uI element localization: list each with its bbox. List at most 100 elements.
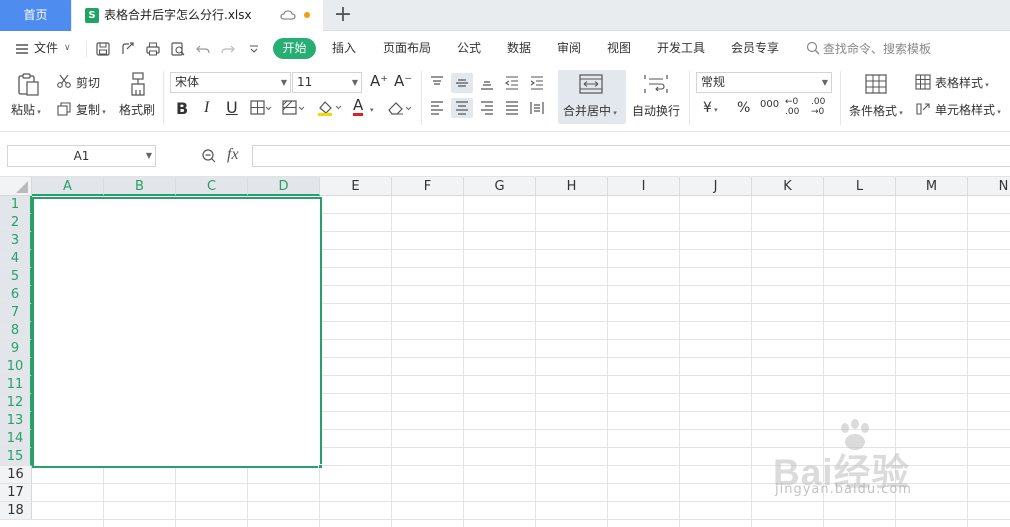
row-header-18[interactable]: 18	[0, 502, 32, 520]
conditional-format-icon[interactable]	[865, 74, 887, 97]
row-header-17[interactable]: 17	[0, 484, 32, 502]
column-header-g[interactable]: G	[464, 177, 536, 196]
row-header-7[interactable]: 7	[0, 304, 32, 322]
align-left-icon[interactable]	[429, 100, 445, 119]
borders-icon[interactable]	[250, 100, 272, 119]
row-header-13[interactable]: 13	[0, 412, 32, 430]
fill-handle[interactable]	[318, 464, 323, 469]
menu-tab-member[interactable]: 会员专享	[731, 31, 779, 66]
quick-access-dropdown-icon[interactable]	[246, 41, 262, 57]
select-all-corner[interactable]	[0, 177, 32, 196]
cut-button[interactable]: 剪切	[76, 74, 100, 91]
table-style-button[interactable]: 表格样式 ▾	[935, 74, 989, 91]
menu-tab-developer[interactable]: 开发工具	[657, 31, 705, 66]
distribute-icon[interactable]	[529, 100, 545, 119]
cloud-icon[interactable]	[280, 9, 296, 24]
cut-icon[interactable]	[56, 73, 72, 92]
row-header-10[interactable]: 10	[0, 358, 32, 376]
underline-button[interactable]: U	[226, 98, 238, 117]
merged-cell-a1-d15[interactable]	[32, 197, 322, 468]
font-size-select[interactable]: 11 ▼	[292, 72, 362, 93]
percent-button[interactable]: %	[737, 100, 750, 116]
menu-tab-insert[interactable]: 插入	[332, 31, 356, 66]
row-header-9[interactable]: 9	[0, 340, 32, 358]
column-header-f[interactable]: F	[392, 177, 464, 196]
chevron-down-icon[interactable]: ▾	[370, 101, 374, 115]
export-icon[interactable]	[120, 41, 136, 57]
align-middle-icon[interactable]	[454, 75, 470, 94]
align-bottom-icon[interactable]	[479, 75, 495, 94]
decrease-decimal-button[interactable]: .00 →0	[811, 97, 829, 117]
tab-file-current[interactable]: S 表格合并后字怎么分行.xlsx	[72, 0, 323, 31]
decrease-font-icon[interactable]: A⁻	[394, 72, 412, 90]
column-header-k[interactable]: K	[752, 177, 824, 196]
menu-tab-view[interactable]: 视图	[607, 31, 631, 66]
format-painter-button[interactable]: 格式刷	[119, 101, 155, 118]
menu-tab-data[interactable]: 数据	[507, 31, 531, 66]
zoom-icon[interactable]	[201, 148, 217, 167]
cell-style-pattern-icon[interactable]	[282, 100, 306, 119]
hamburger-icon[interactable]	[14, 41, 30, 57]
decrease-indent-icon[interactable]	[504, 75, 520, 94]
wrap-text-icon[interactable]	[644, 74, 668, 97]
row-header-3[interactable]: 3	[0, 232, 32, 250]
number-format-select[interactable]: 常规 ▼	[696, 72, 832, 93]
row-header-16[interactable]: 16	[0, 466, 32, 484]
menu-tab-start[interactable]: 开始	[273, 38, 316, 59]
name-box[interactable]: A1 ▼	[7, 145, 156, 167]
copy-button[interactable]: 复制 ▾	[76, 101, 106, 118]
row-header-11[interactable]: 11	[0, 376, 32, 394]
bold-button[interactable]: B	[176, 99, 188, 118]
increase-indent-icon[interactable]	[529, 75, 545, 94]
row-header-12[interactable]: 12	[0, 394, 32, 412]
font-color-button[interactable]: A	[353, 97, 364, 116]
merge-center-icon[interactable]	[579, 74, 603, 97]
menu-tab-review[interactable]: 审阅	[557, 31, 581, 66]
row-header-14[interactable]: 14	[0, 430, 32, 448]
paste-icon[interactable]	[15, 71, 41, 100]
column-header-i[interactable]: I	[608, 177, 680, 196]
row-header-2[interactable]: 2	[0, 214, 32, 232]
print-preview-icon[interactable]	[170, 41, 186, 57]
fill-color-icon[interactable]	[316, 99, 344, 120]
eraser-icon[interactable]	[386, 99, 414, 120]
increase-decimal-button[interactable]: ←0 .00	[785, 97, 803, 117]
fx-button[interactable]: fx	[227, 146, 239, 164]
merge-center-button[interactable]: 合并居中 ▾	[563, 102, 617, 119]
column-header-n[interactable]: N	[968, 177, 1010, 196]
chevron-down-icon[interactable]: ∨	[64, 31, 71, 66]
thousands-separator-button[interactable]: 000	[760, 99, 779, 110]
tab-home[interactable]: 首页	[0, 0, 71, 31]
column-header-h[interactable]: H	[536, 177, 608, 196]
increase-font-icon[interactable]: A⁺	[370, 72, 388, 90]
wrap-text-button[interactable]: 自动换行	[632, 102, 680, 119]
column-header-a[interactable]: A	[32, 177, 104, 196]
currency-button[interactable]: ¥ ▾	[703, 100, 718, 116]
print-icon[interactable]	[145, 41, 161, 57]
formula-input[interactable]	[252, 145, 1010, 167]
italic-button[interactable]: I	[204, 99, 209, 117]
cell-style-button[interactable]: 单元格样式 ▾	[935, 101, 1001, 118]
cell-style-icon[interactable]	[915, 100, 931, 119]
redo-icon[interactable]	[220, 41, 236, 57]
align-top-icon[interactable]	[429, 75, 445, 94]
row-header-1[interactable]: 1	[0, 196, 32, 214]
new-tab-button[interactable]: +	[333, 4, 353, 26]
row-header-8[interactable]: 8	[0, 322, 32, 340]
row-header-5[interactable]: 5	[0, 268, 32, 286]
undo-icon[interactable]	[195, 41, 211, 57]
column-header-b[interactable]: B	[104, 177, 176, 196]
column-header-l[interactable]: L	[824, 177, 896, 196]
copy-icon[interactable]	[56, 101, 72, 120]
row-header-4[interactable]: 4	[0, 250, 32, 268]
row-header-6[interactable]: 6	[0, 286, 32, 304]
save-icon[interactable]	[95, 41, 111, 57]
align-right-icon[interactable]	[479, 100, 495, 119]
menu-tab-formula[interactable]: 公式	[457, 31, 481, 66]
align-center-icon[interactable]	[454, 100, 470, 119]
font-name-select[interactable]: 宋体 ▼	[170, 72, 291, 93]
column-header-m[interactable]: M	[896, 177, 968, 196]
conditional-format-button[interactable]: 条件格式 ▾	[849, 102, 903, 119]
column-header-j[interactable]: J	[680, 177, 752, 196]
row-header-15[interactable]: 15	[0, 448, 32, 466]
